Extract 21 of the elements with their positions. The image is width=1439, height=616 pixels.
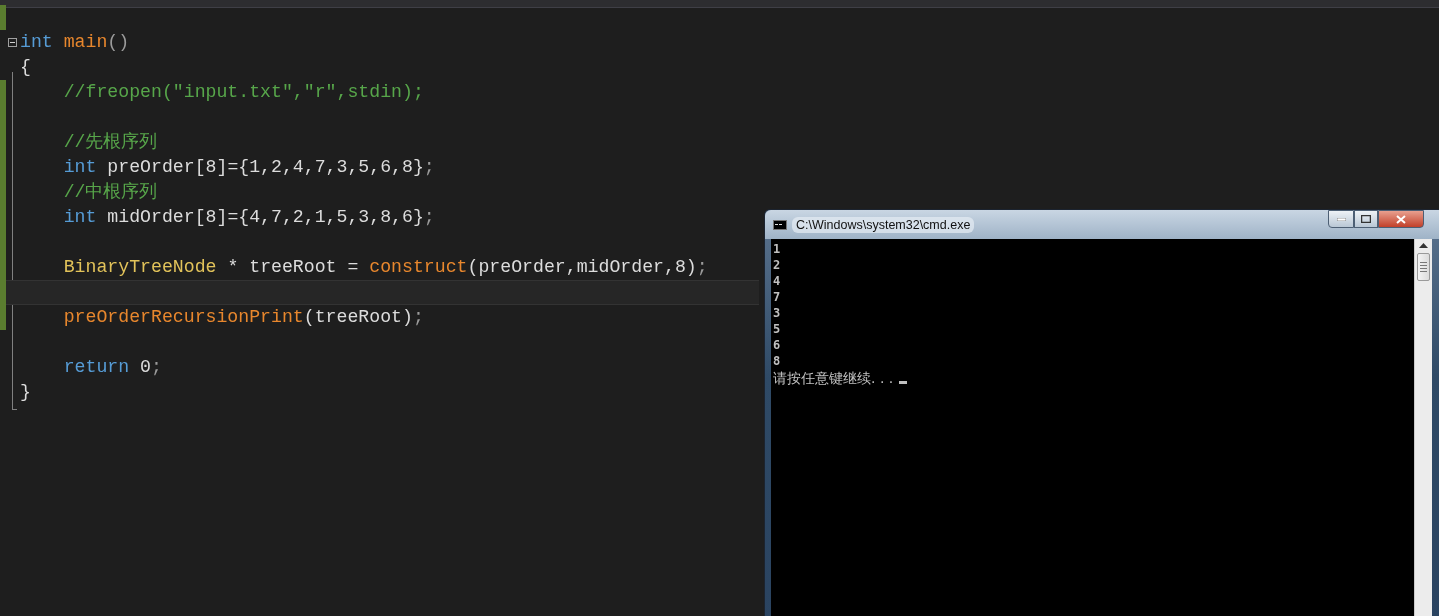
output-line: 5 bbox=[773, 321, 781, 337]
code-text: int main() bbox=[20, 31, 130, 54]
code-text: //freopen("input.txt","r",stdin); bbox=[62, 81, 424, 104]
output-line: 6 bbox=[773, 337, 781, 353]
code-text: //先根序列 bbox=[62, 131, 158, 154]
code-text: { bbox=[20, 56, 31, 79]
code-text: int preOrder[8]={1,2,4,7,3,5,6,8}; bbox=[62, 156, 435, 179]
output-line: 8 bbox=[773, 353, 781, 369]
code-text: //中根序列 bbox=[62, 181, 158, 204]
code-text: } bbox=[20, 381, 31, 404]
code-text: preOrderRecursionPrint(treeRoot); bbox=[62, 306, 424, 329]
output-line: 3 bbox=[773, 305, 781, 321]
window-title: C:\Windows\system32\cmd.exe bbox=[792, 216, 975, 233]
output-line: 1 bbox=[773, 241, 781, 257]
prompt-text: 请按任意键继续. . . bbox=[773, 370, 894, 387]
output-line: 7 bbox=[773, 289, 781, 305]
output-line: 2 bbox=[773, 257, 781, 273]
output-line: 4 bbox=[773, 273, 781, 289]
code-text: return 0; bbox=[62, 356, 162, 379]
code-text: BinaryTreeNode * treeRoot = construct(preOrder,midOrder,8); bbox=[62, 256, 708, 279]
code-text: int midOrder[8]={4,7,2,1,5,3,8,6}; bbox=[62, 206, 435, 229]
